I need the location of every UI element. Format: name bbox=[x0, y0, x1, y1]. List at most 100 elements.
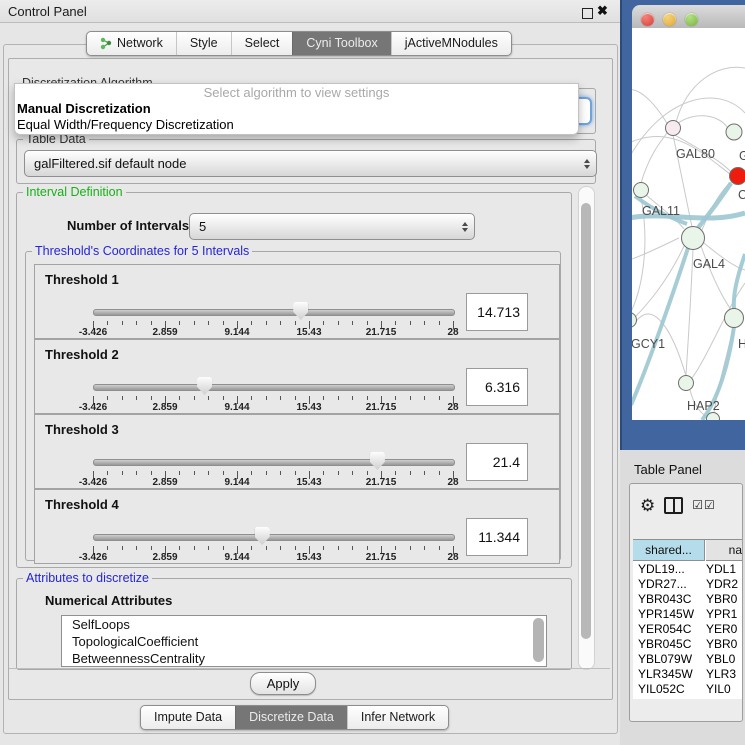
algorithm-option-0[interactable]: Manual Discretization bbox=[15, 101, 578, 117]
tab-select[interactable]: Select bbox=[231, 32, 293, 55]
table-data-combo[interactable]: galFiltered.sif default node bbox=[24, 150, 597, 177]
network-edge bbox=[702, 181, 736, 230]
table-row[interactable]: YBL079WYBL0 bbox=[633, 652, 742, 667]
tab-discretize-data[interactable]: Discretize Data bbox=[235, 706, 347, 729]
minimize-traffic-light-icon[interactable] bbox=[663, 13, 676, 26]
tick-mark bbox=[136, 396, 137, 400]
list-scrollbar[interactable] bbox=[533, 618, 544, 662]
panel-scrollbar-track[interactable] bbox=[578, 186, 595, 670]
network-node[interactable] bbox=[666, 121, 681, 136]
cell-shared-name: YBL079W bbox=[633, 652, 706, 667]
columns-icon[interactable] bbox=[664, 497, 683, 514]
tab-impute-data[interactable]: Impute Data bbox=[141, 706, 235, 729]
threshold-label: Threshold 1 bbox=[45, 272, 119, 287]
threshold-label: Threshold 4 bbox=[45, 497, 119, 512]
float-window-icon[interactable] bbox=[582, 8, 593, 19]
tab-network[interactable]: Network bbox=[87, 32, 176, 55]
threshold-value-field[interactable]: 14.713 bbox=[466, 293, 528, 331]
numerical-attributes-list[interactable]: SelfLoopsTopologicalCoefficientBetweenne… bbox=[61, 615, 547, 667]
close-traffic-light-icon[interactable] bbox=[641, 13, 654, 26]
tick-mark bbox=[295, 321, 296, 325]
tick-label: 2.859 bbox=[152, 552, 177, 563]
number-of-intervals-combo[interactable]: 5 bbox=[189, 213, 475, 240]
slider-track[interactable] bbox=[93, 534, 455, 541]
tab-label: Discretize Data bbox=[249, 707, 334, 728]
node-label: GCY1 bbox=[632, 337, 665, 351]
tab-infer-network[interactable]: Infer Network bbox=[347, 706, 448, 729]
tab-cyni-toolbox[interactable]: Cyni Toolbox bbox=[292, 32, 390, 55]
control-panel-titlebar: Control Panel bbox=[0, 0, 620, 23]
threshold-label: Threshold 3 bbox=[45, 422, 119, 437]
threshold-value-field[interactable]: 6.316 bbox=[466, 368, 528, 406]
tick-label: 21.715 bbox=[366, 327, 397, 338]
slider-track[interactable] bbox=[93, 459, 455, 466]
table-toolbar: ⚙ ☑☑ bbox=[630, 484, 742, 526]
tab-label: Network bbox=[117, 33, 163, 54]
network-node[interactable] bbox=[679, 376, 694, 391]
number-of-intervals-label: Number of Intervals bbox=[67, 218, 189, 233]
table-row[interactable]: YLR345WYLR3 bbox=[633, 667, 742, 682]
network-node[interactable] bbox=[726, 124, 742, 140]
node-label: H bbox=[738, 337, 745, 351]
gear-icon[interactable]: ⚙ bbox=[640, 497, 655, 514]
tick-mark bbox=[295, 546, 296, 550]
attribute-item[interactable]: BetweennessCentrality bbox=[62, 650, 546, 667]
tick-mark bbox=[208, 396, 209, 400]
table-row[interactable]: YDR27...YDR2 bbox=[633, 577, 742, 592]
cell-name: YLR3 bbox=[706, 667, 742, 682]
slider-thumb[interactable] bbox=[255, 527, 270, 545]
column-header-shared-name[interactable]: shared... bbox=[633, 540, 705, 561]
algorithm-option-1[interactable]: Equal Width/Frequency Discretization bbox=[15, 117, 578, 133]
apply-button[interactable]: Apply bbox=[250, 672, 316, 695]
slider-track[interactable] bbox=[93, 384, 455, 391]
tick-mark bbox=[424, 321, 425, 325]
network-node[interactable] bbox=[730, 168, 745, 185]
threshold-value-field[interactable]: 21.4 bbox=[466, 443, 528, 481]
interval-definition-group: Interval Definition Number of Intervals … bbox=[16, 192, 572, 568]
network-node[interactable] bbox=[632, 313, 637, 328]
tick-mark bbox=[251, 546, 252, 550]
cell-shared-name: YDR27... bbox=[633, 577, 706, 592]
tab-label: Cyni Toolbox bbox=[306, 33, 377, 54]
algorithm-combo-focused[interactable] bbox=[577, 97, 592, 125]
network-node[interactable] bbox=[682, 227, 705, 250]
panel-scrollbar-thumb[interactable] bbox=[581, 203, 591, 639]
network-window-titlebar[interactable] bbox=[632, 5, 745, 29]
tick-mark bbox=[194, 396, 195, 400]
node-table[interactable]: shared... na YDL19...YDL1YDR27...YDR2YBR… bbox=[633, 539, 742, 699]
attribute-item[interactable]: TopologicalCoefficient bbox=[62, 633, 546, 650]
tab-jactivemnodules[interactable]: jActiveMNodules bbox=[391, 32, 511, 55]
slider-track[interactable] bbox=[93, 309, 455, 316]
table-row[interactable]: YBR043CYBR0 bbox=[633, 592, 742, 607]
network-canvas[interactable]: GAL80GACGAL11GAL4GCY1HHAP2 bbox=[632, 28, 745, 420]
table-row[interactable]: YPR145WYPR1 bbox=[633, 607, 742, 622]
tick-mark bbox=[367, 396, 368, 400]
network-node[interactable] bbox=[634, 183, 649, 198]
threshold-row: Threshold 3-3.4262.8599.14415.4321.71528… bbox=[34, 414, 560, 489]
table-row[interactable]: YER054CYER0 bbox=[633, 622, 742, 637]
tick-label: 15.43 bbox=[296, 402, 321, 413]
column-header-name[interactable]: na bbox=[706, 540, 742, 561]
network-node[interactable] bbox=[725, 309, 744, 328]
tick-mark bbox=[439, 546, 440, 550]
tick-label: 28 bbox=[447, 402, 458, 413]
table-row[interactable]: YIL052CYIL0 bbox=[633, 682, 742, 697]
tick-mark bbox=[151, 471, 152, 475]
checkbox-icons[interactable]: ☑☑ bbox=[692, 499, 716, 511]
slider-thumb[interactable] bbox=[370, 452, 385, 470]
slider-thumb[interactable] bbox=[293, 302, 308, 320]
tick-mark bbox=[410, 321, 411, 325]
tab-style[interactable]: Style bbox=[176, 32, 231, 55]
threshold-value-field[interactable]: 11.344 bbox=[466, 518, 528, 556]
slider-thumb[interactable] bbox=[197, 377, 212, 395]
tick-label: 9.144 bbox=[224, 477, 249, 488]
table-row[interactable]: YBR045CYBR0 bbox=[633, 637, 742, 652]
table-row[interactable]: YDL19...YDL1 bbox=[633, 562, 742, 577]
zoom-traffic-light-icon[interactable] bbox=[685, 13, 698, 26]
table-data-value: galFiltered.sif default node bbox=[34, 156, 186, 171]
tick-mark bbox=[352, 321, 353, 325]
close-icon[interactable]: ✖ bbox=[597, 3, 608, 19]
tick-mark bbox=[107, 471, 108, 475]
cell-name: YDL1 bbox=[706, 562, 742, 577]
attribute-item[interactable]: SelfLoops bbox=[62, 616, 546, 633]
